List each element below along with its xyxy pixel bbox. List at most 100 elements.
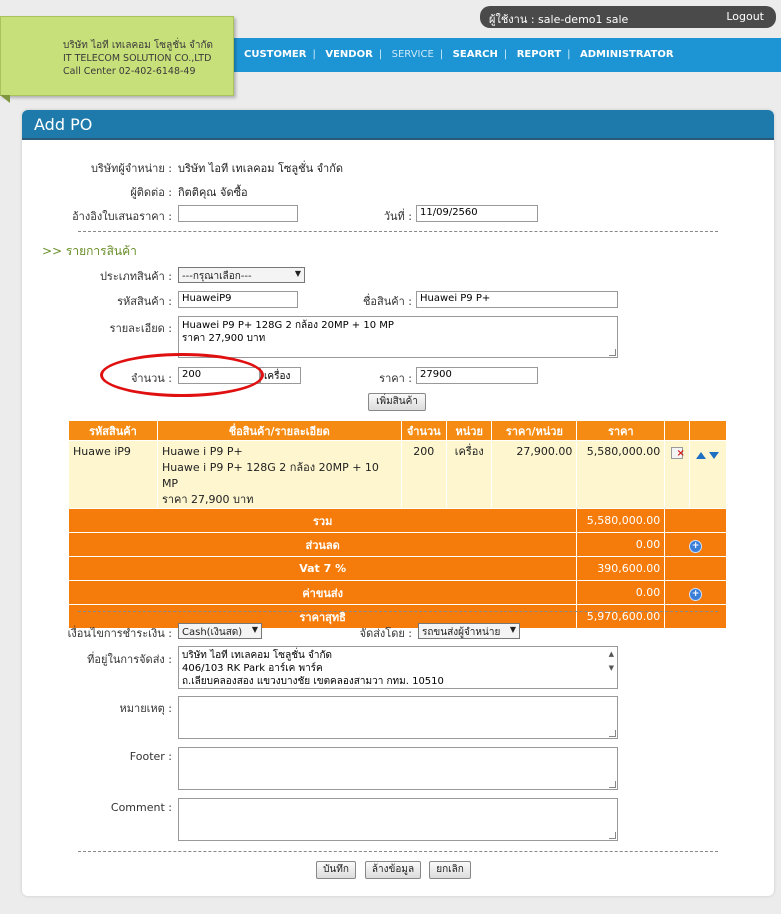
date-input[interactable]: 11/09/2560 (416, 205, 538, 222)
resize-grip-icon[interactable] (609, 349, 616, 356)
nav-vendor[interactable]: VENDOR (319, 49, 378, 60)
net-blank (664, 604, 727, 629)
nav-separator: | (567, 49, 571, 60)
row-unit-price: 27,900.00 (491, 440, 578, 509)
highlight-ellipse (100, 353, 264, 397)
row-price: 5,580,000.00 (576, 440, 666, 509)
product-detail-textarea[interactable]: Huawei P9 P+ 128G 2 กล้อง 20MP + 10 MP ร… (178, 316, 618, 358)
contact-label: ผู้ติดต่อ : (130, 186, 172, 199)
add-po-panel: Add PO บริษัทผู้จำหน่าย : บริษัท ไอที เท… (22, 110, 774, 896)
footer-label: Footer : (129, 750, 172, 763)
shipping-edit-cell: + (664, 580, 727, 605)
col-header-unit: หน่วย (445, 420, 493, 441)
divider (78, 851, 718, 852)
delete-icon[interactable] (670, 446, 685, 462)
nav-service[interactable]: SERVICE (386, 49, 440, 60)
company-logo-note: บริษัท ไอที เทเลคอม โซลูชั่น จำกัด IT TE… (0, 16, 234, 96)
footer-textarea[interactable] (178, 747, 618, 790)
resize-grip-icon[interactable] (609, 730, 616, 737)
nav-report[interactable]: REPORT (511, 49, 567, 60)
items-section-title: >> รายการสินค้า (42, 244, 137, 258)
net-amount: 5,970,600.00 (576, 604, 666, 629)
chevron-down-icon: ▼ (509, 625, 516, 634)
price-input[interactable]: 27900 (416, 367, 538, 384)
comment-textarea[interactable] (178, 798, 618, 841)
cancel-button[interactable]: ยกเลิก (429, 861, 471, 879)
call-center: Call Center 02-402-6148-49 (63, 66, 196, 77)
ship-by-select[interactable]: รถขนส่งผู้จำหน่าย ▼ (418, 623, 520, 639)
save-button[interactable]: บันทึก (316, 861, 356, 879)
unit-input[interactable]: เครื่อง (260, 367, 301, 384)
company-name-thai: บริษัท ไอที เทเลคอม โซลูชั่น จำกัด (63, 40, 214, 51)
resize-grip-icon[interactable] (609, 781, 616, 788)
product-code-label: รหัสสินค้า : (117, 295, 172, 308)
add-shipping-icon[interactable]: + (690, 588, 702, 600)
detail-line: ราคา 27,900 บาท (182, 333, 266, 344)
divider (78, 231, 718, 232)
shipping-label: ค่าขนส่ง (67, 580, 578, 605)
remark-textarea[interactable] (178, 696, 618, 739)
col-header-price: ราคา (576, 420, 666, 441)
product-type-select[interactable]: ---กรุณาเลือก--- ▼ (178, 267, 305, 283)
product-type-label: ประเภทสินค้า : (99, 270, 172, 283)
total-amount: 5,580,000.00 (576, 508, 666, 533)
vendor-label: บริษัทผู้จำหน่าย : (90, 162, 172, 175)
add-product-button[interactable]: เพิ่มสินค้า (368, 393, 426, 411)
date-label: วันที่ : (383, 210, 412, 223)
logout-link[interactable]: Logout (726, 10, 764, 23)
nav-customer[interactable]: CUSTOMER (238, 49, 312, 60)
row-name-line: Huawe i P9 P+ 128G 2 กล้อง 20MP + 10 MP (161, 461, 379, 490)
discount-label: ส่วนลด (67, 532, 578, 557)
row-delete-cell (664, 440, 690, 509)
product-detail-label: รายละเอียด : (109, 322, 172, 335)
product-name-label: ชื่อสินค้า : (362, 295, 412, 308)
page-title: Add PO (22, 110, 774, 140)
vat-amount: 390,600.00 (576, 556, 666, 581)
move-down-icon[interactable] (709, 452, 720, 459)
col-header-name: ชื่อสินค้า/รายละเอียด (156, 420, 402, 441)
items-table: รหัสสินค้า ชื่อสินค้า/รายละเอียด จำนวน ห… (67, 420, 728, 629)
address-line: บริษัท ไอที เทเลคอม โซลูชั่น จำกัด (182, 650, 333, 661)
quote-ref-input[interactable] (178, 205, 298, 222)
row-name-line: Huawe i P9 P+ (161, 445, 243, 458)
payment-terms-select[interactable]: Cash(เงินสด) ▼ (178, 623, 262, 639)
col-header-empty (688, 420, 728, 441)
add-discount-icon[interactable]: + (690, 540, 702, 552)
payment-terms-label: เงื่อนไขการชำระเงิน : (67, 627, 172, 640)
col-header-code: รหัสสินค้า (68, 420, 158, 441)
clear-button[interactable]: ล้างข้อมูล (365, 861, 421, 879)
product-code-input[interactable]: HuaweiP9 (178, 291, 298, 308)
user-bar: ผู้ใช้งาน : sale-demo1 sale Logout (480, 6, 776, 28)
total-blank (664, 508, 727, 533)
row-unit: เครื่อง (445, 440, 493, 509)
nav-separator: | (312, 49, 316, 60)
row-qty: 200 (400, 440, 447, 509)
col-header-unit-price: ราคา/หน่วย (491, 420, 578, 441)
move-up-icon[interactable] (696, 452, 707, 459)
price-label: ราคา : (379, 372, 412, 385)
address-line: ถ.เลียบคลองสอง แขวงบางชัย เขตคลองสามวา ก… (182, 676, 444, 687)
nav-administrator[interactable]: ADMINISTRATOR (574, 49, 680, 60)
scroll-up-icon[interactable]: ▲ (609, 648, 614, 661)
nav-separator: | (439, 49, 444, 60)
product-name-input[interactable]: Huawei P9 P+ (416, 291, 618, 308)
summary-shipping-row: ค่าขนส่ง 0.00 + (67, 580, 727, 605)
col-header-empty (664, 420, 690, 441)
total-label: รวม (67, 508, 578, 533)
resize-grip-icon[interactable] (609, 832, 616, 839)
remark-label: หมายเหตุ : (119, 702, 172, 715)
vat-blank (664, 556, 727, 581)
row-code: Huawe iP9 (68, 440, 158, 509)
vat-label: Vat 7 % (67, 556, 578, 581)
table-row: Huawe iP9 Huawe i P9 P+ Huawe i P9 P+ 12… (68, 440, 728, 509)
address-line: 406/103 RK Park อาร์เค พาร์ค (182, 663, 323, 674)
scroll-down-icon[interactable]: ▼ (609, 662, 614, 675)
divider (78, 611, 718, 612)
chevron-down-icon: ▼ (294, 269, 301, 278)
summary-discount-row: ส่วนลด 0.00 + (67, 532, 727, 557)
row-name: Huawe i P9 P+ Huawe i P9 P+ 128G 2 กล้อง… (156, 440, 402, 509)
detail-line: Huawei P9 P+ 128G 2 กล้อง 20MP + 10 MP (182, 320, 394, 331)
summary-total-row: รวม 5,580,000.00 (67, 508, 727, 533)
nav-search[interactable]: SEARCH (447, 49, 504, 60)
shipping-address-textarea[interactable]: บริษัท ไอที เทเลคอม โซลูชั่น จำกัด 406/1… (178, 646, 618, 689)
